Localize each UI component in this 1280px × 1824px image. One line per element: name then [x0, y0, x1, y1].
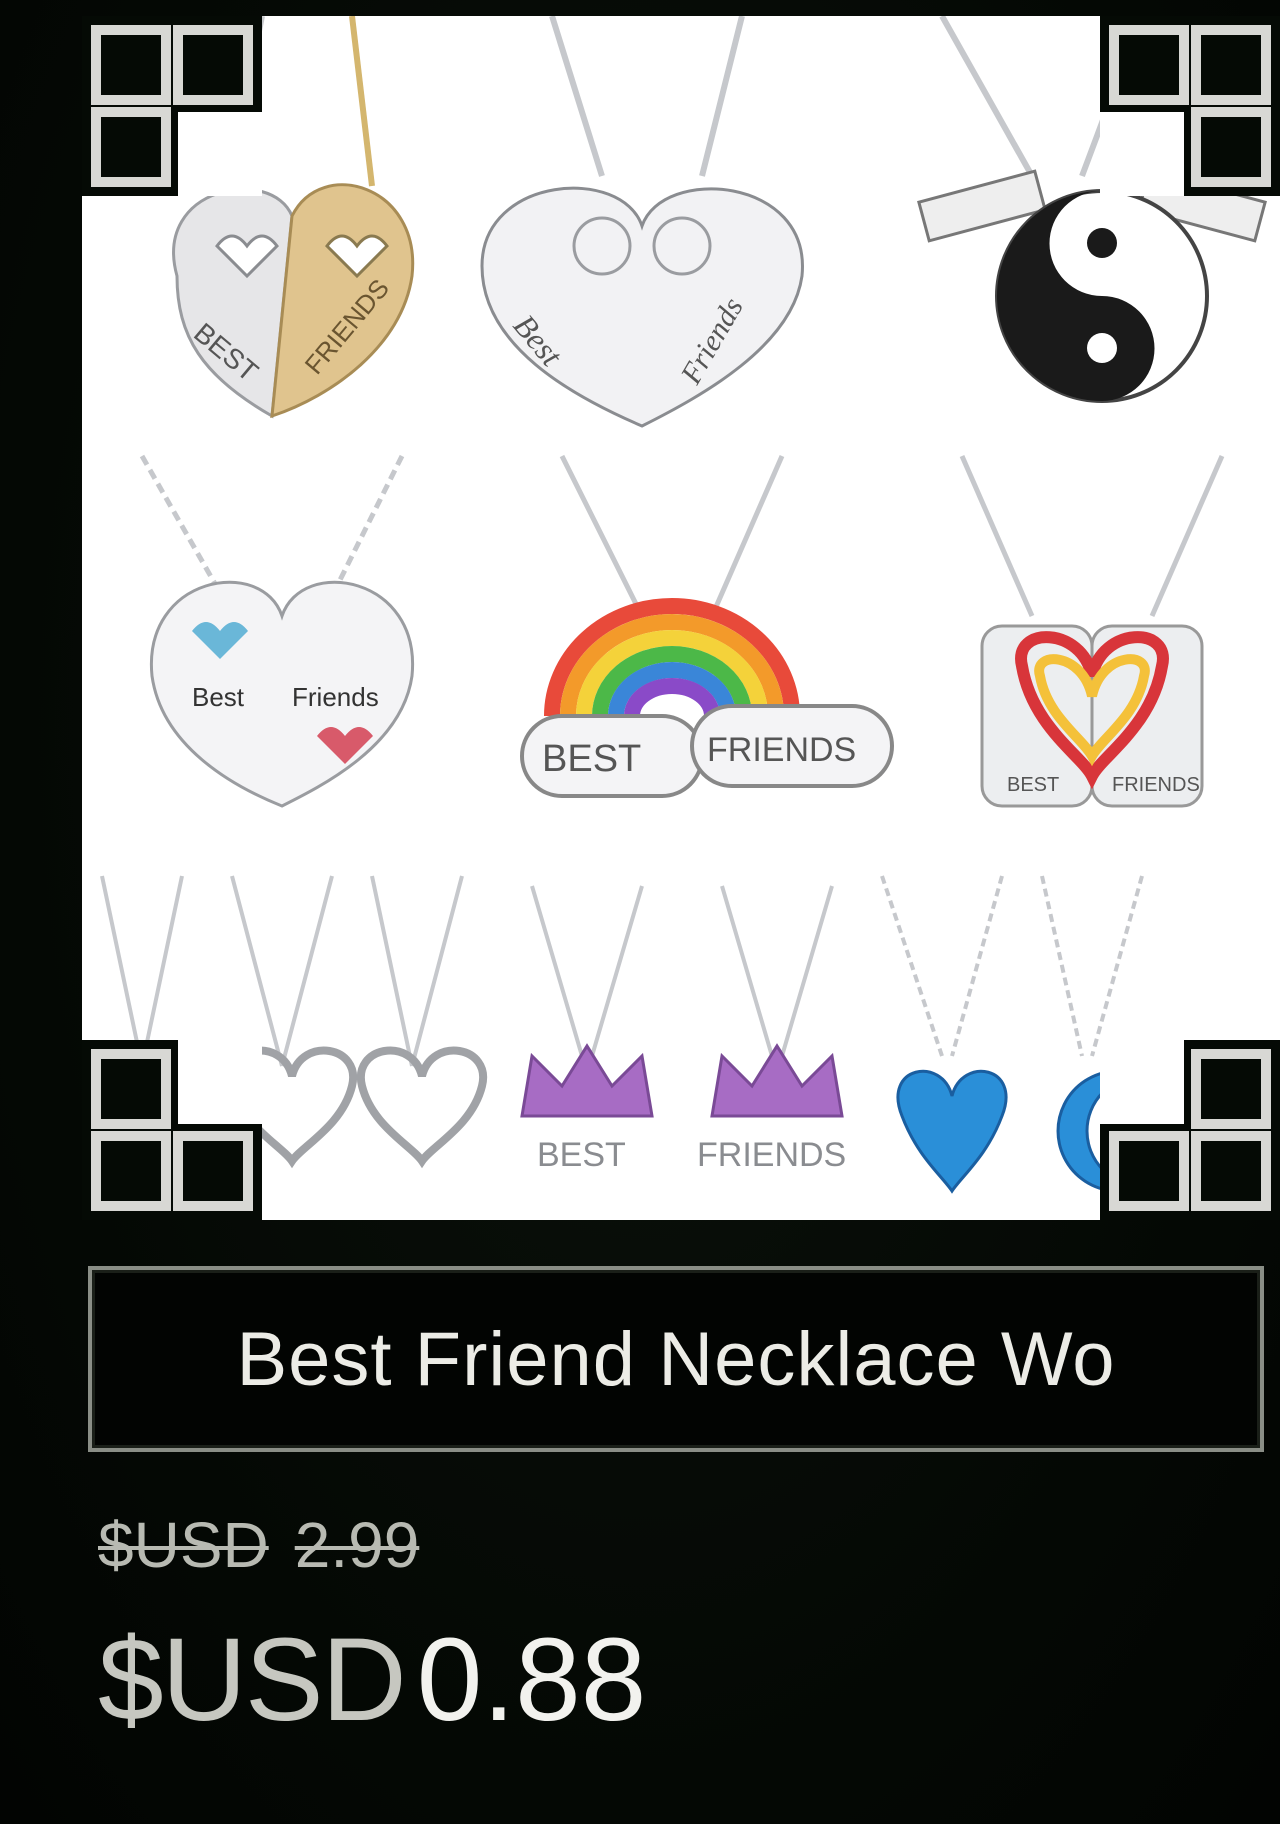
original-price-currency: $USD [98, 1509, 269, 1581]
sale-price-currency: $USD [98, 1614, 407, 1746]
corner-ornament-bottom-left [82, 1040, 262, 1220]
image-text-friends-5: FRIENDS [1112, 774, 1200, 796]
corner-ornament-top-left [82, 16, 262, 196]
original-price-amount: 2.99 [294, 1509, 420, 1581]
product-card[interactable]: BEST FRIENDS Best Friends Best Friends B… [0, 0, 1280, 1824]
product-title[interactable]: Best Friend Necklace Wo [236, 1316, 1115, 1403]
image-text-best-5: BEST [1007, 774, 1059, 796]
image-text-friends-3: Friends [292, 682, 379, 712]
corner-ornament-bottom-right [1100, 1040, 1280, 1220]
sale-price: $USD 0.88 [98, 1612, 646, 1748]
image-text-best-3: Best [192, 682, 245, 712]
image-text-friends-6: FRIENDS [697, 1136, 846, 1174]
sale-price-amount: 0.88 [416, 1614, 647, 1746]
image-text-best-6: BEST [537, 1136, 626, 1174]
original-price: $USD 2.99 [98, 1508, 419, 1582]
product-title-box[interactable]: Best Friend Necklace Wo [88, 1266, 1264, 1452]
image-text-friends-4: FRIENDS [707, 731, 856, 769]
rainbow-pendant [544, 598, 800, 717]
image-text-best-4: BEST [542, 738, 641, 780]
corner-ornament-top-right [1100, 16, 1280, 196]
